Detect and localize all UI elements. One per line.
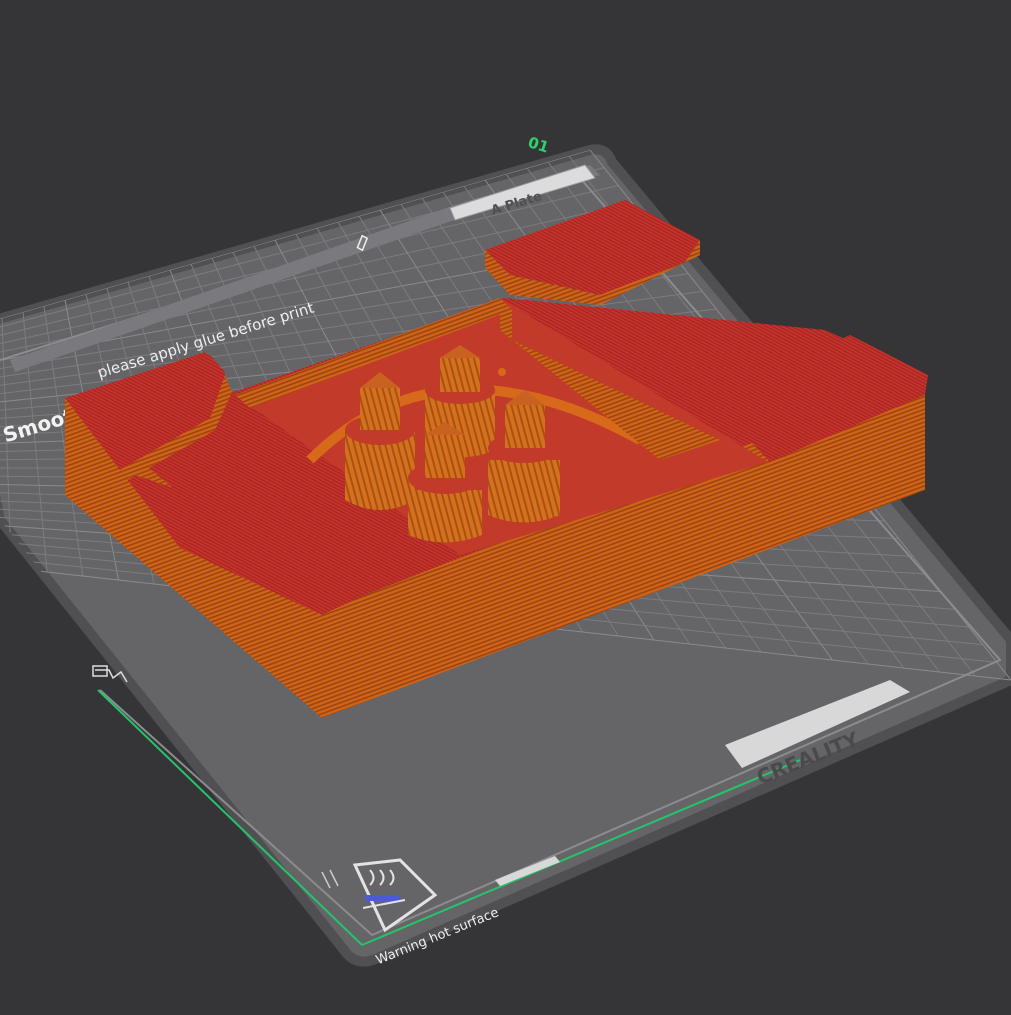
3d-viewport[interactable]: 01 A Plate please apply glue before prin… [0, 0, 1011, 1011]
plate-index[interactable]: 01 [526, 133, 551, 157]
peg-hole [498, 368, 506, 376]
